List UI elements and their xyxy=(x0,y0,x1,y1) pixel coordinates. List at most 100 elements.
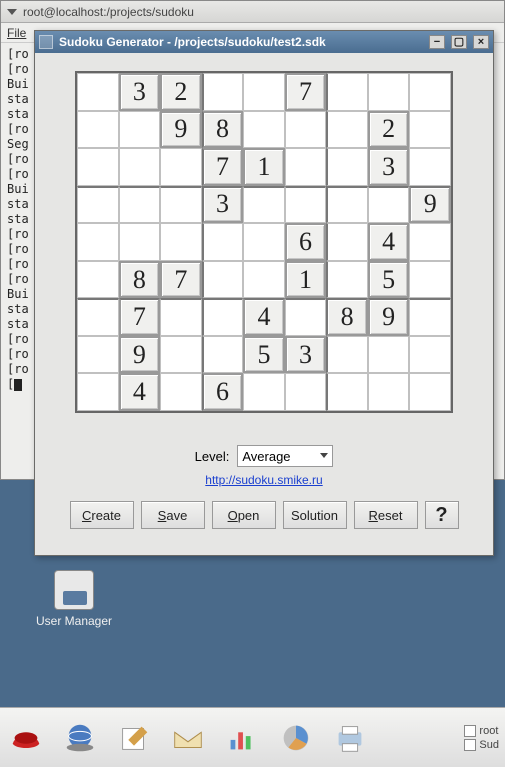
sudoku-cell[interactable] xyxy=(326,148,368,186)
sudoku-cell[interactable] xyxy=(409,148,451,186)
help-button[interactable]: ? xyxy=(425,501,459,529)
sudoku-cell[interactable] xyxy=(326,73,368,111)
level-select[interactable]: Average xyxy=(237,445,333,467)
sudoku-cell[interactable] xyxy=(202,298,244,336)
tray-item-root[interactable]: root xyxy=(464,725,499,737)
sudoku-cell[interactable] xyxy=(326,373,368,411)
sudoku-cell[interactable] xyxy=(77,111,119,149)
terminal-menu-file[interactable]: File xyxy=(7,26,26,40)
sudoku-cell[interactable] xyxy=(409,223,451,261)
save-button[interactable]: Save xyxy=(141,501,205,529)
sudoku-cell[interactable]: 1 xyxy=(243,148,285,186)
close-button[interactable]: × xyxy=(473,35,489,49)
sudoku-cell[interactable] xyxy=(409,261,451,299)
sudoku-cell[interactable]: 9 xyxy=(119,336,161,374)
create-button[interactable]: Create xyxy=(70,501,134,529)
sudoku-cell[interactable]: 7 xyxy=(285,73,327,111)
sudoku-cell[interactable]: 3 xyxy=(202,186,244,224)
sudoku-cell[interactable] xyxy=(409,111,451,149)
taskbar-printer-icon[interactable] xyxy=(330,718,370,758)
sudoku-cell[interactable] xyxy=(77,261,119,299)
sudoku-cell[interactable]: 7 xyxy=(160,261,202,299)
sudoku-cell[interactable] xyxy=(326,186,368,224)
sudoku-cell[interactable] xyxy=(77,373,119,411)
sudoku-cell[interactable] xyxy=(119,186,161,224)
sudoku-cell[interactable] xyxy=(243,223,285,261)
minimize-button[interactable]: − xyxy=(429,35,445,49)
sudoku-cell[interactable]: 1 xyxy=(285,261,327,299)
sudoku-cell[interactable] xyxy=(160,336,202,374)
sudoku-cell[interactable] xyxy=(326,336,368,374)
sudoku-cell[interactable]: 3 xyxy=(368,148,410,186)
sudoku-cell[interactable]: 8 xyxy=(202,111,244,149)
sudoku-cell[interactable] xyxy=(243,373,285,411)
taskbar[interactable]: root Sud xyxy=(0,707,505,767)
sudoku-cell[interactable]: 5 xyxy=(243,336,285,374)
sudoku-cell[interactable] xyxy=(160,223,202,261)
sudoku-cell[interactable] xyxy=(160,373,202,411)
sudoku-cell[interactable] xyxy=(160,186,202,224)
sudoku-cell[interactable]: 6 xyxy=(202,373,244,411)
sudoku-cell[interactable] xyxy=(77,186,119,224)
sudoku-cell[interactable] xyxy=(77,298,119,336)
sudoku-cell[interactable] xyxy=(119,111,161,149)
sudoku-cell[interactable] xyxy=(243,261,285,299)
sudoku-cell[interactable] xyxy=(77,73,119,111)
sudoku-cell[interactable] xyxy=(368,186,410,224)
sudoku-cell[interactable]: 2 xyxy=(368,111,410,149)
terminal-menu-caret-icon[interactable] xyxy=(7,9,17,15)
sudoku-cell[interactable]: 5 xyxy=(368,261,410,299)
sudoku-cell[interactable] xyxy=(77,223,119,261)
reset-button[interactable]: Reset xyxy=(354,501,418,529)
open-button[interactable]: Open xyxy=(212,501,276,529)
sudoku-cell[interactable] xyxy=(285,186,327,224)
taskbar-redhat-icon[interactable] xyxy=(6,718,46,758)
sudoku-cell[interactable] xyxy=(368,336,410,374)
sudoku-cell[interactable]: 4 xyxy=(368,223,410,261)
sudoku-cell[interactable]: 9 xyxy=(409,186,451,224)
sudoku-cell[interactable] xyxy=(202,73,244,111)
sudoku-cell[interactable]: 3 xyxy=(285,336,327,374)
sudoku-cell[interactable] xyxy=(285,148,327,186)
sudoku-cell[interactable]: 4 xyxy=(243,298,285,336)
taskbar-notepad-icon[interactable] xyxy=(114,718,154,758)
sudoku-cell[interactable] xyxy=(409,336,451,374)
sudoku-cell[interactable]: 6 xyxy=(285,223,327,261)
sudoku-cell[interactable] xyxy=(77,148,119,186)
sudoku-cell[interactable]: 9 xyxy=(160,111,202,149)
sudoku-grid[interactable]: 32798271339648715748995346 xyxy=(75,71,453,413)
taskbar-mail-icon[interactable] xyxy=(168,718,208,758)
desktop-icon-user-manager[interactable]: User Manager xyxy=(34,570,114,628)
sudoku-cell[interactable] xyxy=(202,261,244,299)
project-link[interactable]: http://sudoku.smike.ru xyxy=(205,473,322,487)
sudoku-cell[interactable] xyxy=(326,223,368,261)
sudoku-cell[interactable]: 8 xyxy=(326,298,368,336)
sudoku-cell[interactable] xyxy=(285,373,327,411)
sudoku-cell[interactable]: 2 xyxy=(160,73,202,111)
sudoku-cell[interactable] xyxy=(409,373,451,411)
sudoku-cell[interactable] xyxy=(326,111,368,149)
maximize-button[interactable]: ▢ xyxy=(451,35,467,49)
taskbar-pie-icon[interactable] xyxy=(276,718,316,758)
sudoku-cell[interactable] xyxy=(119,148,161,186)
sudoku-cell[interactable] xyxy=(243,111,285,149)
tray-item-sudoku[interactable]: Sud xyxy=(464,739,499,751)
sudoku-cell[interactable] xyxy=(409,73,451,111)
sudoku-cell[interactable]: 3 xyxy=(119,73,161,111)
sudoku-cell[interactable] xyxy=(368,373,410,411)
sudoku-cell[interactable] xyxy=(243,73,285,111)
taskbar-globe-icon[interactable] xyxy=(60,718,100,758)
sudoku-cell[interactable] xyxy=(119,223,161,261)
sudoku-cell[interactable] xyxy=(368,73,410,111)
sudoku-cell[interactable] xyxy=(77,336,119,374)
sudoku-cell[interactable] xyxy=(285,111,327,149)
sudoku-cell[interactable]: 9 xyxy=(368,298,410,336)
sudoku-cell[interactable] xyxy=(160,298,202,336)
sudoku-cell[interactable] xyxy=(326,261,368,299)
sudoku-cell[interactable] xyxy=(409,298,451,336)
sudoku-cell[interactable]: 7 xyxy=(202,148,244,186)
solution-button[interactable]: Solution xyxy=(283,501,347,529)
sudoku-cell[interactable] xyxy=(285,298,327,336)
taskbar-chart-icon[interactable] xyxy=(222,718,262,758)
sudoku-cell[interactable]: 7 xyxy=(119,298,161,336)
